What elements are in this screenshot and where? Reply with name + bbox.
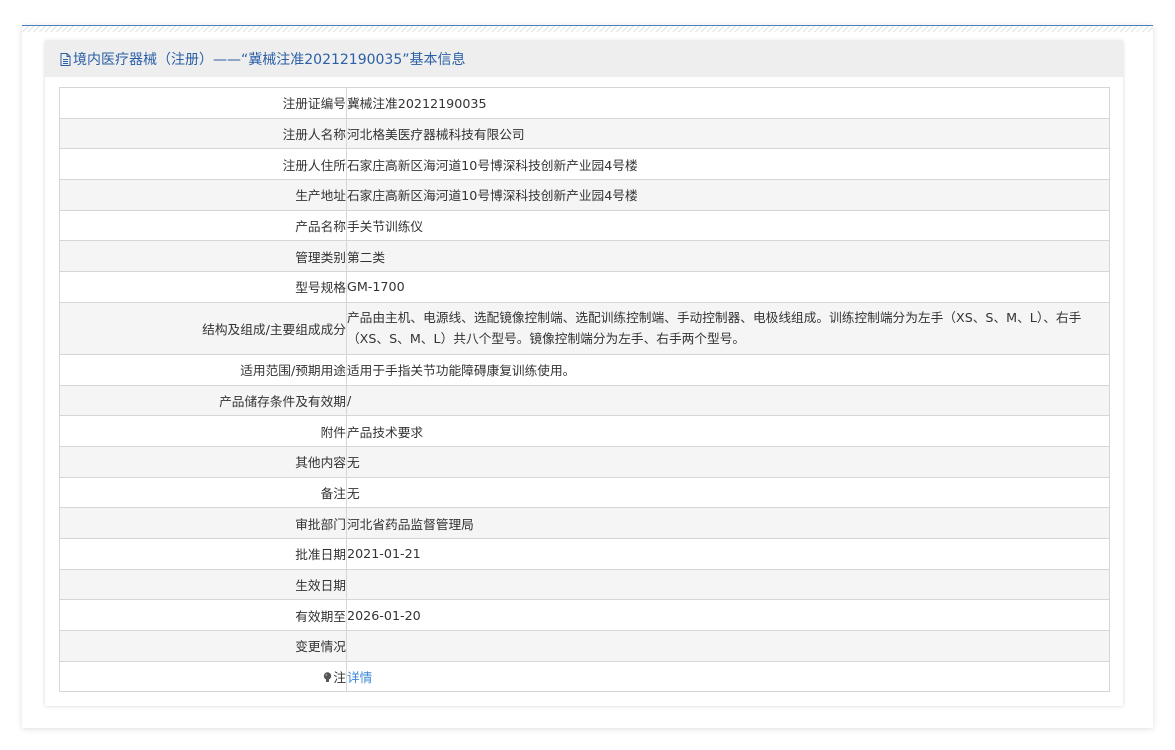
registration-info-table: 注册证编号 冀械注准20212190035 注册人名称 河北格美医疗器械科技有限…	[59, 87, 1110, 693]
note-label: 注	[333, 670, 346, 686]
table-row-registrant-name: 注册人名称 河北格美医疗器械科技有限公司	[59, 117, 1110, 150]
panel-header: 境内医疗器械（注册）——“冀械注准20212190035”基本信息	[45, 41, 1123, 77]
details-link[interactable]: 详情	[347, 670, 372, 685]
registrant-address-label: 注册人住所	[59, 148, 347, 181]
table-row-registrant-address: 注册人住所 石家庄高新区海河道10号博深科技创新产业园4号楼	[59, 148, 1110, 181]
other-content-label: 其他内容	[59, 445, 347, 478]
table-row-approval-date: 批准日期 2021-01-21	[59, 537, 1110, 570]
table-row-structure-composition: 结构及组成/主要组成成分 产品由主机、电源线、选配镜像控制端、选配训练控制端、手…	[59, 301, 1110, 355]
expiry-date-label: 有效期至	[59, 599, 347, 631]
document-icon	[60, 52, 71, 66]
change-history-label: 变更情况	[59, 630, 347, 662]
table-row-effective-date: 生效日期	[59, 568, 1110, 601]
product-name-label: 产品名称	[59, 209, 347, 242]
table-row-other-content: 其他内容 无	[59, 445, 1110, 478]
note-value-cell: 详情	[346, 660, 1110, 693]
note-label-cell: 注	[59, 660, 347, 693]
other-content-value: 无	[346, 445, 1110, 478]
intended-use-label: 适用范围/预期用途	[59, 353, 347, 386]
product-name-value: 手关节训练仪	[346, 209, 1110, 242]
structure-composition-label: 结构及组成/主要组成成分	[59, 301, 347, 355]
registration-info-body: 注册证编号 冀械注准20212190035 注册人名称 河北格美医疗器械科技有限…	[59, 87, 1110, 693]
storage-validity-value: /	[346, 384, 1110, 417]
effective-date-label: 生效日期	[59, 568, 347, 601]
model-spec-label: 型号规格	[59, 271, 347, 303]
registrant-address-value: 石家庄高新区海河道10号博深科技创新产业园4号楼	[346, 148, 1110, 181]
remarks-label: 备注	[59, 476, 347, 509]
page-title: 境内医疗器械（注册）——“冀械注准20212190035”基本信息	[73, 52, 466, 68]
table-row-change-history: 变更情况	[59, 630, 1110, 662]
attachments-value: 产品技术要求	[346, 415, 1110, 447]
table-row-registration-number: 注册证编号 冀械注准20212190035	[59, 87, 1110, 119]
management-category-label: 管理类别	[59, 240, 347, 273]
approval-date-value: 2021-01-21	[346, 537, 1110, 570]
management-category-value: 第二类	[346, 240, 1110, 273]
table-row-remarks: 备注 无	[59, 476, 1110, 509]
registrant-name-label: 注册人名称	[59, 117, 347, 150]
table-row-approval-department: 审批部门 河北省药品监督管理局	[59, 507, 1110, 539]
table-row-management-category: 管理类别 第二类	[59, 240, 1110, 273]
table-row-model-spec: 型号规格 GM-1700	[59, 271, 1110, 303]
effective-date-value	[346, 568, 1110, 601]
production-address-value: 石家庄高新区海河道10号博深科技创新产业园4号楼	[346, 179, 1110, 211]
hatched-band	[22, 26, 1153, 32]
table-row-product-name: 产品名称 手关节训练仪	[59, 209, 1110, 242]
model-spec-value: GM-1700	[346, 271, 1110, 303]
table-row-note: 注 详情	[59, 660, 1110, 693]
table-row-intended-use: 适用范围/预期用途 适用于手指关节功能障碍康复训练使用。	[59, 353, 1110, 386]
production-address-label: 生产地址	[59, 179, 347, 211]
table-row-production-address: 生产地址 石家庄高新区海河道10号博深科技创新产业园4号楼	[59, 179, 1110, 211]
expiry-date-value: 2026-01-20	[346, 599, 1110, 631]
info-panel: 境内医疗器械（注册）——“冀械注准20212190035”基本信息 注册证编号 …	[45, 41, 1123, 706]
lightbulb-icon	[323, 672, 332, 683]
approval-department-label: 审批部门	[59, 507, 347, 539]
registrant-name-value: 河北格美医疗器械科技有限公司	[346, 117, 1110, 150]
registration-number-label: 注册证编号	[59, 87, 347, 119]
remarks-value: 无	[346, 476, 1110, 509]
approval-date-label: 批准日期	[59, 537, 347, 570]
table-row-attachments: 附件 产品技术要求	[59, 415, 1110, 447]
attachments-label: 附件	[59, 415, 347, 447]
registration-number-value: 冀械注准20212190035	[346, 87, 1110, 119]
page-container: 境内医疗器械（注册）——“冀械注准20212190035”基本信息 注册证编号 …	[22, 25, 1153, 728]
table-row-expiry-date: 有效期至 2026-01-20	[59, 599, 1110, 631]
change-history-value	[346, 630, 1110, 662]
intended-use-value: 适用于手指关节功能障碍康复训练使用。	[346, 353, 1110, 386]
table-row-storage-validity: 产品储存条件及有效期 /	[59, 384, 1110, 417]
storage-validity-label: 产品储存条件及有效期	[59, 384, 347, 417]
approval-department-value: 河北省药品监督管理局	[346, 507, 1110, 539]
structure-composition-value: 产品由主机、电源线、选配镜像控制端、选配训练控制端、手动控制器、电极线组成。训练…	[346, 301, 1110, 355]
